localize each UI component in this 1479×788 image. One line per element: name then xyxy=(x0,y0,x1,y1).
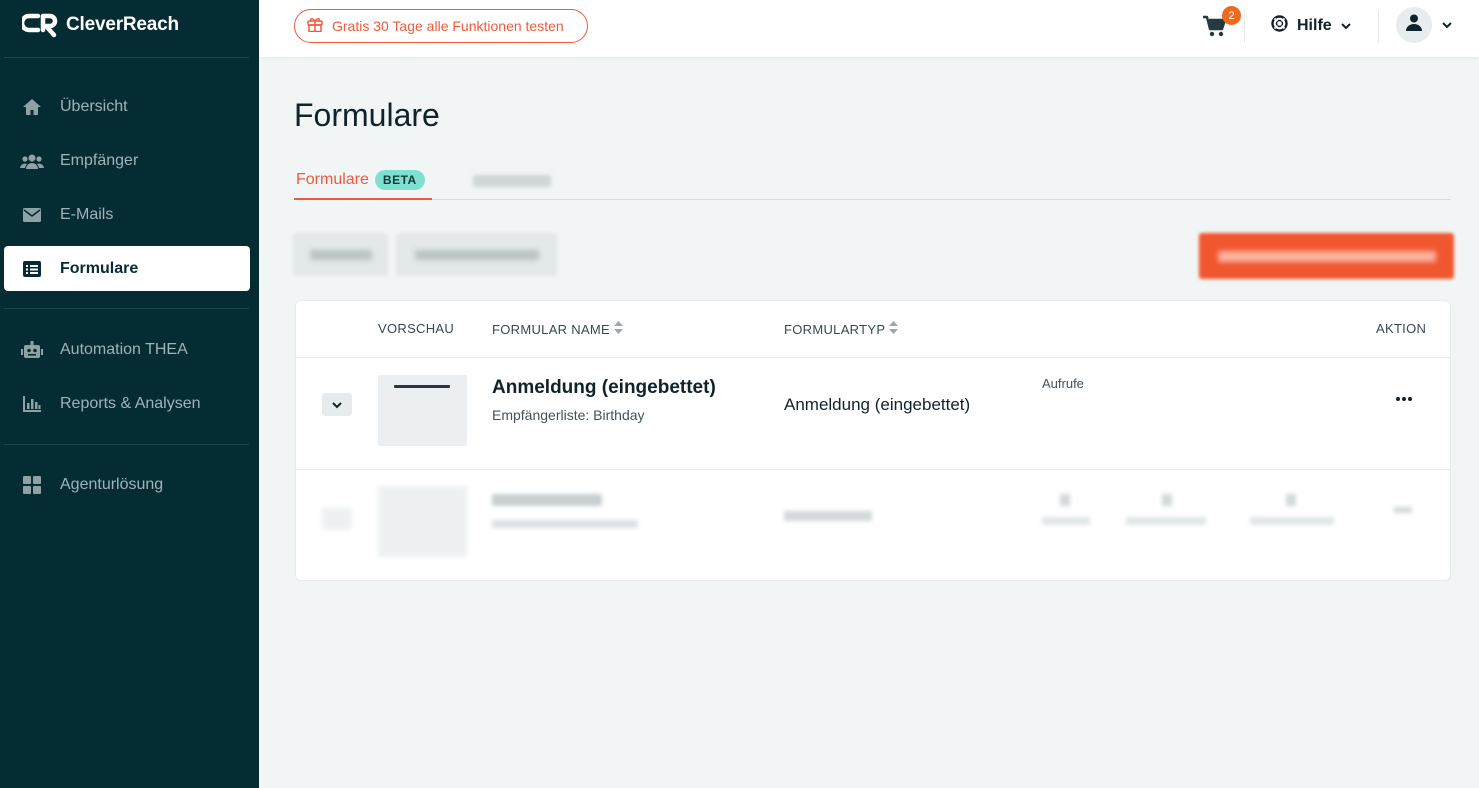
brand-logo[interactable]: CleverReach xyxy=(22,12,179,38)
column-header-action: AKTION xyxy=(1376,321,1427,336)
beta-badge: BETA xyxy=(374,170,425,190)
blurred-text xyxy=(492,520,638,528)
more-horizontal-icon xyxy=(1396,388,1412,406)
chevron-down-icon xyxy=(332,396,342,414)
sidebar-item-formulare[interactable]: Formulare xyxy=(4,246,250,291)
topbar-divider xyxy=(1378,10,1379,43)
blurred-text xyxy=(1162,494,1172,506)
blurred-text xyxy=(473,174,551,187)
bar-chart-icon xyxy=(4,395,60,412)
blurred-text xyxy=(414,249,539,260)
row-actions-button[interactable] xyxy=(1394,507,1412,513)
blurred-text xyxy=(784,511,872,521)
topbar: Gratis 30 Tage alle Funktionen testen 2 … xyxy=(259,0,1479,57)
help-label: Hilfe xyxy=(1297,17,1332,34)
sidebar-item-label: Empfänger xyxy=(60,151,139,169)
filter-dropdown[interactable] xyxy=(293,233,388,276)
thumbnail-line xyxy=(394,385,450,388)
chevron-down-icon xyxy=(1442,16,1452,34)
home-icon xyxy=(4,98,60,116)
blurred-text xyxy=(1042,517,1090,525)
row-actions-button[interactable] xyxy=(1394,387,1414,407)
form-preview-thumbnail[interactable] xyxy=(378,486,467,557)
form-type: Anmeldung (eingebettet) xyxy=(784,395,971,414)
tab-formulare[interactable]: Formulare BETA xyxy=(294,162,432,200)
tab-label: Formulare xyxy=(296,171,369,188)
sidebar-item-agenturloesung[interactable]: Agenturlösung xyxy=(4,462,250,507)
tabs-divider xyxy=(294,199,1451,200)
sidebar-item-label: E-Mails xyxy=(60,205,114,223)
avatar xyxy=(1396,7,1432,43)
form-recipient-list: Empfängerliste: Birthday xyxy=(492,407,645,423)
users-icon xyxy=(4,153,60,169)
gift-icon xyxy=(307,17,323,35)
sidebar-item-label: Reports & Analysen xyxy=(60,394,201,412)
display-dropdown[interactable] xyxy=(396,233,557,276)
page-title: Formulare xyxy=(294,97,440,133)
sort-icon xyxy=(614,321,624,337)
blurred-text xyxy=(309,249,372,260)
blurred-text xyxy=(1126,517,1206,525)
row-divider xyxy=(296,357,1451,358)
sidebar-item-uebersicht[interactable]: Übersicht xyxy=(4,84,250,129)
chevron-down-icon xyxy=(1340,17,1351,35)
help-menu[interactable]: Hilfe xyxy=(1271,15,1351,37)
blurred-text xyxy=(1060,494,1070,506)
sort-icon xyxy=(889,321,899,337)
sidebar-item-empfaenger[interactable]: Empfänger xyxy=(4,138,250,183)
grid-icon xyxy=(4,475,60,494)
column-header-type[interactable]: FORMULARTYP xyxy=(784,321,899,337)
robot-icon xyxy=(4,340,60,359)
create-form-button[interactable] xyxy=(1199,233,1454,279)
blurred-text xyxy=(1217,250,1436,262)
lifebuoy-icon xyxy=(1271,15,1288,37)
user-menu[interactable] xyxy=(1396,7,1452,43)
sidebar-divider xyxy=(4,57,249,58)
trial-button[interactable]: Gratis 30 Tage alle Funktionen testen xyxy=(294,9,588,43)
blurred-text xyxy=(1250,517,1334,525)
trial-label: Gratis 30 Tage alle Funktionen testen xyxy=(332,18,564,34)
form-preview-thumbnail[interactable] xyxy=(378,375,467,446)
tab-blurred[interactable] xyxy=(454,162,570,199)
expand-row-button[interactable] xyxy=(322,393,352,416)
row-divider xyxy=(296,469,1451,470)
column-header-preview: VORSCHAU xyxy=(378,321,455,336)
topbar-divider xyxy=(1244,10,1245,43)
expand-row-button[interactable] xyxy=(322,508,352,530)
cleverreach-logo-icon xyxy=(22,13,58,38)
form-name[interactable]: Anmeldung (eingebettet) xyxy=(492,377,716,399)
sidebar-item-reports[interactable]: Reports & Analysen xyxy=(4,381,250,426)
blurred-text xyxy=(1286,494,1296,506)
column-header-name[interactable]: FORMULAR NAME xyxy=(492,321,624,337)
sidebar-divider xyxy=(4,308,249,309)
sidebar-item-label: Formulare xyxy=(60,259,139,277)
envelope-icon xyxy=(4,207,60,222)
brand-name: CleverReach xyxy=(66,14,179,35)
cart-button[interactable]: 2 xyxy=(1202,6,1241,42)
sidebar-divider xyxy=(4,444,249,445)
blurred-text xyxy=(492,494,602,506)
forms-table: VORSCHAU FORMULAR NAME FORMULARTYP AKTIO… xyxy=(295,300,1451,581)
sidebar: CleverReach Übersicht Empfänger E-Mails … xyxy=(0,0,259,788)
stat-label-views: Aufrufe xyxy=(1042,376,1084,391)
list-icon xyxy=(4,260,60,277)
sidebar-item-emails[interactable]: E-Mails xyxy=(4,192,250,237)
sidebar-item-label: Agenturlösung xyxy=(60,475,164,493)
sidebar-item-label: Automation THEA xyxy=(60,340,188,358)
cart-count-badge: 2 xyxy=(1222,6,1241,25)
sidebar-item-label: Übersicht xyxy=(60,97,128,115)
sidebar-item-automation-thea[interactable]: Automation THEA xyxy=(4,327,250,372)
user-icon xyxy=(1406,14,1422,36)
